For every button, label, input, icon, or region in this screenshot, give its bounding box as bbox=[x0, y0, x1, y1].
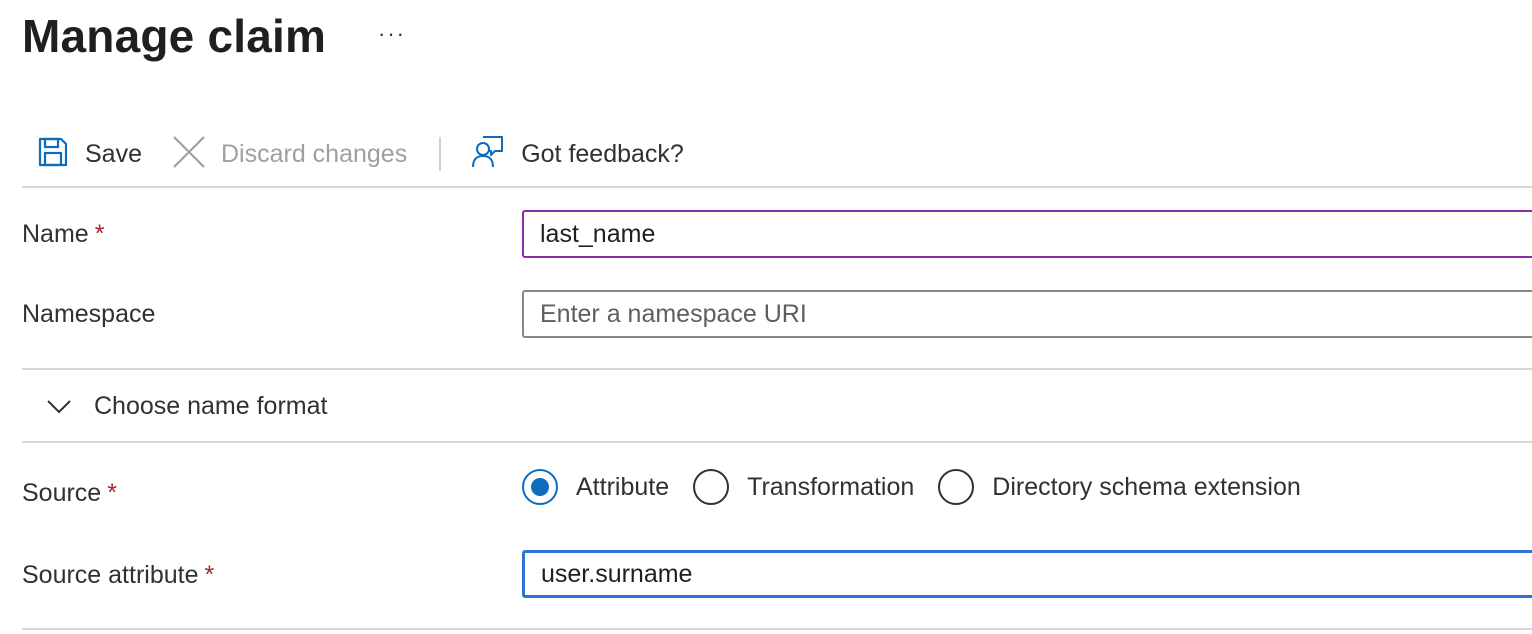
namespace-label: Namespace bbox=[22, 300, 156, 328]
required-asterisk: * bbox=[107, 479, 117, 507]
feedback-button[interactable]: Got feedback? bbox=[471, 128, 684, 180]
source-attribute-combobox[interactable] bbox=[522, 550, 1532, 598]
section-divider bbox=[22, 441, 1532, 443]
source-label: Source * bbox=[22, 477, 117, 509]
choose-name-format-label: Choose name format bbox=[94, 391, 328, 420]
source-radio-group: Attribute Transformation Directory schem… bbox=[522, 466, 1301, 508]
more-options-button[interactable]: ··· bbox=[378, 22, 406, 46]
toolbar-divider bbox=[439, 137, 442, 171]
radio-checked-indicator bbox=[522, 469, 558, 505]
choose-name-format-expander[interactable]: Choose name format bbox=[22, 370, 1532, 442]
source-attribute-label-text: Source attribute bbox=[22, 561, 199, 589]
radio-directory-schema-extension[interactable]: Directory schema extension bbox=[938, 469, 1301, 505]
page-title: Manage claim bbox=[22, 10, 327, 62]
name-input[interactable] bbox=[522, 210, 1532, 258]
feedback-label: Got feedback? bbox=[521, 140, 684, 168]
source-attribute-label: Source attribute * bbox=[22, 559, 214, 591]
name-label-text: Name bbox=[22, 220, 89, 248]
chevron-down-icon bbox=[46, 393, 72, 419]
radio-dot bbox=[531, 478, 549, 496]
command-bar: Save Discard changes Got feedback? bbox=[22, 128, 1532, 180]
bottom-divider bbox=[22, 628, 1532, 630]
required-asterisk: * bbox=[94, 220, 105, 248]
close-icon bbox=[172, 135, 206, 174]
radio-unchecked-indicator bbox=[938, 469, 975, 505]
radio-attribute[interactable]: Attribute bbox=[522, 469, 669, 505]
name-label: Name * bbox=[22, 218, 104, 250]
save-label: Save bbox=[85, 140, 142, 168]
required-asterisk: * bbox=[204, 561, 215, 589]
save-button[interactable]: Save bbox=[22, 128, 142, 180]
radio-transformation[interactable]: Transformation bbox=[693, 469, 914, 505]
radio-directory-schema-extension-label: Directory schema extension bbox=[992, 472, 1301, 501]
save-icon bbox=[37, 136, 69, 173]
radio-transformation-label: Transformation bbox=[747, 472, 915, 501]
source-label-text: Source bbox=[22, 479, 102, 507]
feedback-icon bbox=[471, 135, 505, 174]
radio-unchecked-indicator bbox=[693, 469, 730, 505]
namespace-input[interactable] bbox=[522, 290, 1532, 338]
radio-attribute-label: Attribute bbox=[576, 472, 670, 501]
discard-changes-label: Discard changes bbox=[220, 140, 408, 168]
toolbar-divider-line bbox=[22, 186, 1532, 188]
discard-changes-button[interactable]: Discard changes bbox=[172, 128, 407, 180]
manage-claim-page: Manage claim ··· Save Discard changes Go… bbox=[0, 0, 1532, 634]
